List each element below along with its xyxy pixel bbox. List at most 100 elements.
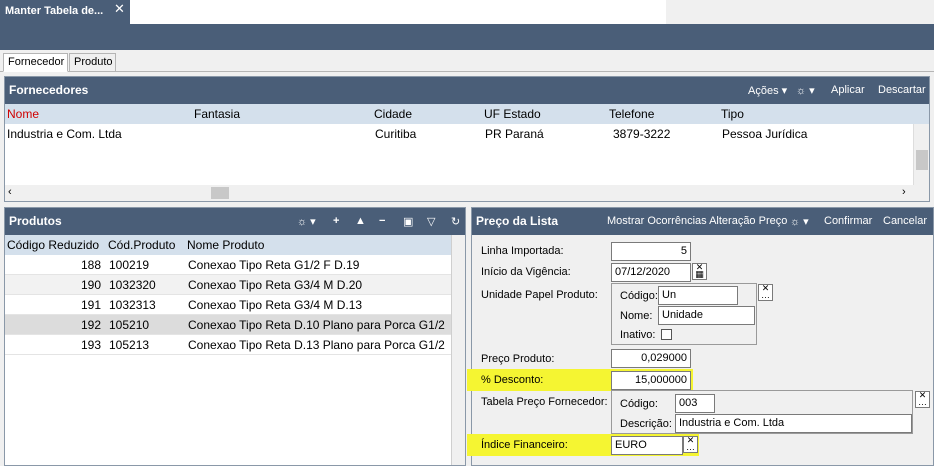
table-row[interactable]: Industria e Com. Ltda Curitiba PR Paraná… [5,124,913,144]
desconto-label: % Desconto: [481,374,544,386]
table-row[interactable]: 191 1032313 Conexao Tipo Reta G3/4 M D.1… [5,295,451,315]
produtos-title: Produtos [9,214,62,228]
inativo-checkbox[interactable] [661,329,672,340]
table-row[interactable]: 193 105213 Conexao Tipo Reta D.13 Plano … [5,335,451,355]
sun-config-icon[interactable]: ☼ ▾ [297,215,316,228]
col-cidade[interactable]: Cidade [374,107,412,121]
add-icon[interactable]: + [333,215,339,227]
produtos-vscrollbar[interactable] [451,235,465,465]
cell-codigo-reduzido: 192 [80,318,101,332]
cell-nome-produto: Conexao Tipo Reta D.10 Plano para Porca … [188,318,445,332]
acoes-label: Ações [748,85,779,97]
sun-config-icon[interactable]: ☼ ▾ [796,84,815,97]
tab-strip-empty [130,0,666,24]
cell-codigo-reduzido: 190 [80,278,101,292]
document-tab[interactable]: Manter Tabela de... [0,0,130,24]
table-row[interactable]: 188 100219 Conexao Tipo Reta G1/2 F D.19 [5,255,451,275]
fornecedores-panel: Fornecedores Ações ▾ ☼ ▾ Aplicar Descart… [4,76,930,202]
tabela-label: Tabela Preço Fornecedor: [481,396,608,408]
indice-lookup-icon[interactable]: ✕… [683,436,698,453]
aplicar-button[interactable]: Aplicar [831,84,865,96]
scroll-left-icon[interactable]: ‹ [8,186,12,198]
fornecedores-vscrollbar[interactable] [913,124,929,185]
table-row-selected[interactable]: 192 105210 Conexao Tipo Reta D.10 Plano … [5,315,451,335]
acoes-button[interactable]: Ações ▾ [748,84,787,97]
cell-cod-produto: 105213 [109,338,150,352]
vscroll-thumb[interactable] [916,150,928,170]
fornecedores-header: Fornecedores Ações ▾ ☼ ▾ Aplicar Descart… [5,77,929,104]
refresh-icon[interactable]: ↻ [451,215,460,228]
inicio-field[interactable]: 07/12/2020 [611,263,691,282]
cell-codigo-reduzido: 188 [80,258,101,272]
descartar-button[interactable]: Descartar [878,84,926,96]
unidade-group: Código: Un Nome: Unidade Inativo: [611,283,757,345]
sun-config-icon[interactable]: ☼ ▾ [790,215,809,228]
col-nome-produto[interactable]: Nome Produto [187,238,264,252]
desconto-field[interactable]: 15,000000 [611,371,691,390]
cell-tipo: Pessoa Jurídica [722,127,808,141]
title-banner [0,24,934,50]
cell-nome-produto: Conexao Tipo Reta G3/4 M D.13 [188,298,363,312]
move-up-icon[interactable]: ▲ [355,215,366,227]
cancelar-button[interactable]: Cancelar [883,215,927,227]
cell-nome-produto: Conexao Tipo Reta G1/2 F D.19 [188,258,360,272]
col-nome[interactable]: Nome [7,107,39,121]
tabela-codigo-label: Código: [620,398,658,410]
col-cod-produto[interactable]: Cód.Produto [108,238,175,252]
produtos-grid-header: Código Reduzido Cód.Produto Nome Produto [5,235,465,255]
col-tipo[interactable]: Tipo [721,107,744,121]
unidade-codigo-field[interactable]: Un [658,286,738,305]
fornecedores-hscrollbar[interactable]: ‹ › [5,185,929,201]
window-icon[interactable]: ▣ [403,215,413,228]
tabela-lookup-icon[interactable]: ✕… [915,391,930,408]
mostrar-ocorrencias-button[interactable]: Mostrar Ocorrências Alteração Preço [607,215,787,227]
tabela-descricao-field[interactable]: Industria e Com. Ltda [675,414,912,433]
produtos-header: Produtos ☼ ▾ + ▲ − ▣ ▽ ↻ [5,208,465,235]
cell-cod-produto: 105210 [109,318,150,332]
unidade-nome-field[interactable]: Unidade [658,306,755,325]
hscroll-thumb[interactable] [211,187,229,199]
linha-label: Linha Importada: [481,245,564,257]
inicio-label: Início da Vigência: [481,266,571,278]
unidade-nome-label: Nome: [620,310,653,322]
cell-nome-produto: Conexao Tipo Reta G3/4 M D.20 [188,278,363,292]
subtab-strip: Fornecedor Produto [0,50,934,72]
indice-field[interactable]: EURO [611,436,683,455]
preco-produto-label: Preço Produto: [481,353,555,365]
tabela-codigo-field[interactable]: 003 [675,394,715,413]
linha-field[interactable]: 5 [611,242,691,261]
indice-label: Índice Financeiro: [481,439,568,451]
document-tab-title: Manter Tabela de... [5,5,104,17]
produtos-panel: Produtos ☼ ▾ + ▲ − ▣ ▽ ↻ Código Reduzido… [4,207,466,466]
cell-nome-produto: Conexao Tipo Reta D.13 Plano para Porca … [188,338,445,352]
unidade-codigo-label: Código: [620,290,658,302]
remove-icon[interactable]: − [379,215,385,227]
close-icon[interactable]: ✕ [114,1,125,17]
cell-uf: PR Paraná [485,127,544,141]
cell-telefone: 3879-3222 [613,127,671,141]
tab-fornecedor[interactable]: Fornecedor [3,53,68,72]
filter-icon[interactable]: ▽ [427,215,435,228]
cell-nome: Industria e Com. Ltda [7,127,122,141]
table-row[interactable]: 190 1032320 Conexao Tipo Reta G3/4 M D.2… [5,275,451,295]
calendar-clear-icon[interactable]: ✕ ▦ [692,263,707,280]
tabela-descricao-label: Descrição: [620,418,672,430]
cell-codigo-reduzido: 193 [80,338,101,352]
col-fantasia[interactable]: Fantasia [194,107,240,121]
top-tabbar: Manter Tabela de... ✕ [0,0,934,24]
preco-produto-field[interactable]: 0,029000 [611,349,691,368]
col-uf-estado[interactable]: UF Estado [484,107,541,121]
tabela-group: Código: 003 Descrição: Industria e Com. … [611,390,913,434]
confirmar-button[interactable]: Confirmar [824,215,872,227]
fornecedores-title: Fornecedores [9,83,89,97]
unidade-label: Unidade Papel Produto: [481,289,598,301]
cell-cod-produto: 100219 [109,258,150,272]
col-telefone[interactable]: Telefone [609,107,654,121]
fornecedores-grid-header: Nome Fantasia Cidade UF Estado Telefone … [5,104,929,124]
cell-cod-produto: 1032320 [109,278,156,292]
scroll-right-icon[interactable]: › [902,186,906,198]
unidade-lookup-icon[interactable]: ✕… [758,284,773,301]
preco-header: Preço da Lista Mostrar Ocorrências Alter… [472,208,933,235]
col-codigo-reduzido[interactable]: Código Reduzido [7,238,99,252]
tab-produto[interactable]: Produto [69,53,116,72]
